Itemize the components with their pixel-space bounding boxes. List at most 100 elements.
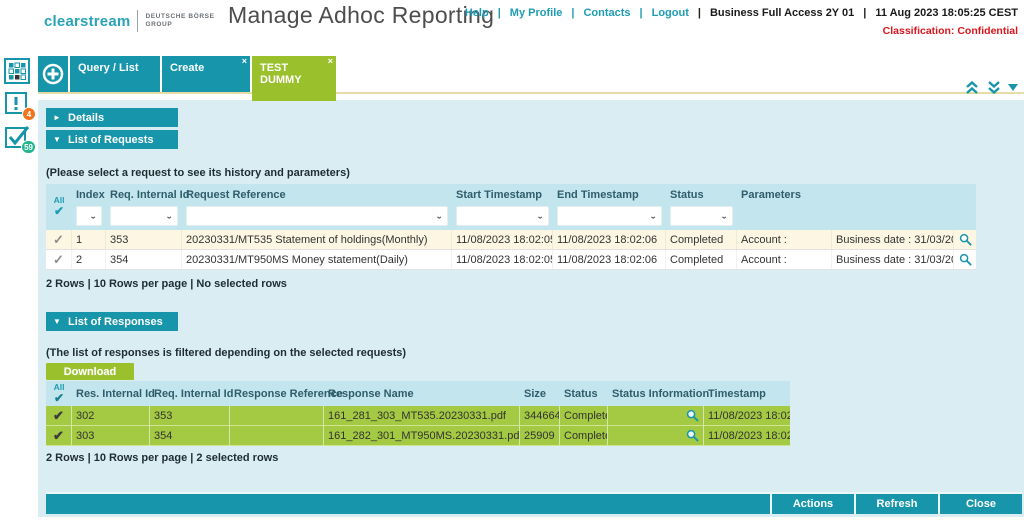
chevron-down-icon: ⌄ [89,212,97,221]
cell-status: Completed [560,426,608,445]
col-end-timestamp: End Timestamp [557,187,662,204]
filter-index-select[interactable]: ⌄ [76,206,102,226]
filter-start-select[interactable]: ⌄ [456,206,549,226]
tab-bar: Query / List Create × TEST DUMMY × [38,56,1024,94]
cell-req-id: 353 [106,230,182,249]
select-all-responses[interactable]: All ✔ [46,383,72,404]
details-panel-header[interactable]: ► Details [46,108,178,127]
manage-adhoc-reporting-page: clearstream DEUTSCHE BÖRSE GROUP Manage … [0,0,1024,520]
tab-label: Create [170,62,204,74]
session-datetime: 11 Aug 2023 18:05:25 CEST [875,7,1018,19]
tasks-icon[interactable]: 59 [4,124,30,150]
col-start-timestamp: Start Timestamp [456,187,549,204]
view-parameters-icon[interactable] [954,230,976,249]
response-row[interactable]: ✔ 302 353 161_281_303_MT535.20230331.pdf… [46,406,790,426]
col-size: Size [524,386,556,402]
cell-start: 11/08/2023 18:02:05 [452,230,553,249]
actions-button[interactable]: Actions [770,494,854,514]
close-tab-icon[interactable]: × [328,56,333,66]
cell-index: 1 [72,230,106,249]
panel-title: List of Responses [68,316,163,328]
cell-size: 25909 [520,426,560,445]
plus-icon [42,63,64,85]
cell-req-id: 354 [106,250,182,269]
filter-reference-select[interactable]: ⌄ [186,206,448,226]
magnifier-icon [959,253,972,266]
logout-link[interactable]: Logout [652,7,689,19]
filter-req-id-select[interactable]: ⌄ [110,206,178,226]
panel-collapse-controls [964,80,1018,95]
expand-all-icon[interactable] [986,80,1002,95]
alerts-icon[interactable]: 4 [4,91,30,117]
cell-res-id: 302 [72,406,150,425]
chevron-down-icon: ⌄ [720,212,728,221]
row-check-icon[interactable]: ✔ [46,426,72,445]
group-line2: GROUP [145,21,172,28]
close-tab-icon[interactable]: × [242,56,247,66]
view-status-info-icon[interactable] [608,426,704,445]
magnifier-icon [959,233,972,246]
add-tab-button[interactable] [38,56,68,92]
view-status-info-icon[interactable] [608,406,704,425]
filter-status-select[interactable]: ⌄ [670,206,733,226]
responses-table: All ✔ Res. Internal Id Req. Internal Id … [46,381,790,446]
chevron-down-icon: ▼ [46,317,68,326]
col-status: Status [670,187,733,204]
row-check-icon[interactable]: ✔ [46,406,72,425]
tab-content-area: ► Details ▼ List of Requests (Please sel… [38,100,1024,517]
clearstream-logo: clearstream DEUTSCHE BÖRSE GROUP [44,10,215,32]
row-check-icon[interactable]: ✓ [46,250,72,269]
chevron-down-icon: ⌄ [536,212,544,221]
panel-menu-icon[interactable] [1008,84,1018,91]
cell-param-label: Account : [737,230,832,249]
download-button[interactable]: Download [46,363,134,380]
chevron-right-icon: ► [46,113,68,122]
group-line1: DEUTSCHE BÖRSE [145,13,214,20]
cell-status: Completed [666,250,737,269]
chevron-down-icon: ⌄ [649,212,657,221]
response-row[interactable]: ✔ 303 354 161_282_301_MT950MS.20230331.p… [46,426,790,446]
request-row[interactable]: ✓ 2 354 20230331/MT950MS Money statement… [46,250,976,270]
col-status-information: Status Information [612,386,700,402]
cell-start: 11/08/2023 18:02:05 [452,250,553,269]
col-status: Status [564,386,604,402]
check-icon: ✔ [54,392,64,404]
cell-req-id: 354 [150,426,230,445]
row-check-icon[interactable]: ✓ [46,230,72,249]
collapse-all-icon[interactable] [964,80,980,95]
link-separator: | [698,7,701,19]
magnifier-icon [686,409,699,422]
view-parameters-icon[interactable] [954,250,976,269]
tab-test-dummy[interactable]: TEST DUMMY × [252,56,336,101]
requests-panel-header[interactable]: ▼ List of Requests [46,130,178,149]
tab-query-list[interactable]: Query / List [70,56,160,92]
logo-divider [137,10,138,32]
bottom-action-bar: Actions Refresh Close [46,492,1022,514]
refresh-button[interactable]: Refresh [854,494,938,514]
responses-panel-header[interactable]: ▼ List of Responses [46,312,178,331]
col-response-name: Response Name [328,386,516,402]
request-row[interactable]: ✓ 1 353 20230331/MT535 Statement of hold… [46,230,976,250]
cell-index: 2 [72,250,106,269]
my-profile-link[interactable]: My Profile [510,7,563,19]
cell-response-name: 161_282_301_MT950MS.20230331.pdf [324,426,520,445]
col-parameters: Parameters [741,187,972,204]
link-separator: | [571,7,574,19]
requests-table-footer: 2 Rows | 10 Rows per page | No selected … [46,278,1024,290]
filter-end-select[interactable]: ⌄ [557,206,662,226]
close-button[interactable]: Close [938,494,1022,514]
cell-reference [230,426,324,445]
cell-timestamp: 11/08/2023 18:02:06 [704,426,790,445]
apps-grid-icon[interactable] [4,58,30,84]
app-header: clearstream DEUTSCHE BÖRSE GROUP Manage … [0,0,1024,54]
col-req-internal-id: Req. Internal Id [154,386,226,402]
header-links: Help| My Profile| Contacts| Logout| Busi… [465,7,1018,19]
panel-title: Details [68,112,104,124]
brand-name: clearstream [44,13,130,30]
help-link[interactable]: Help [465,7,489,19]
user-role-label: Business Full Access 2Y 01 [710,7,854,19]
select-all-requests[interactable]: All ✔ [46,187,72,226]
tab-create[interactable]: Create × [162,56,250,92]
contacts-link[interactable]: Contacts [583,7,630,19]
page-title: Manage Adhoc Reporting [228,2,494,29]
